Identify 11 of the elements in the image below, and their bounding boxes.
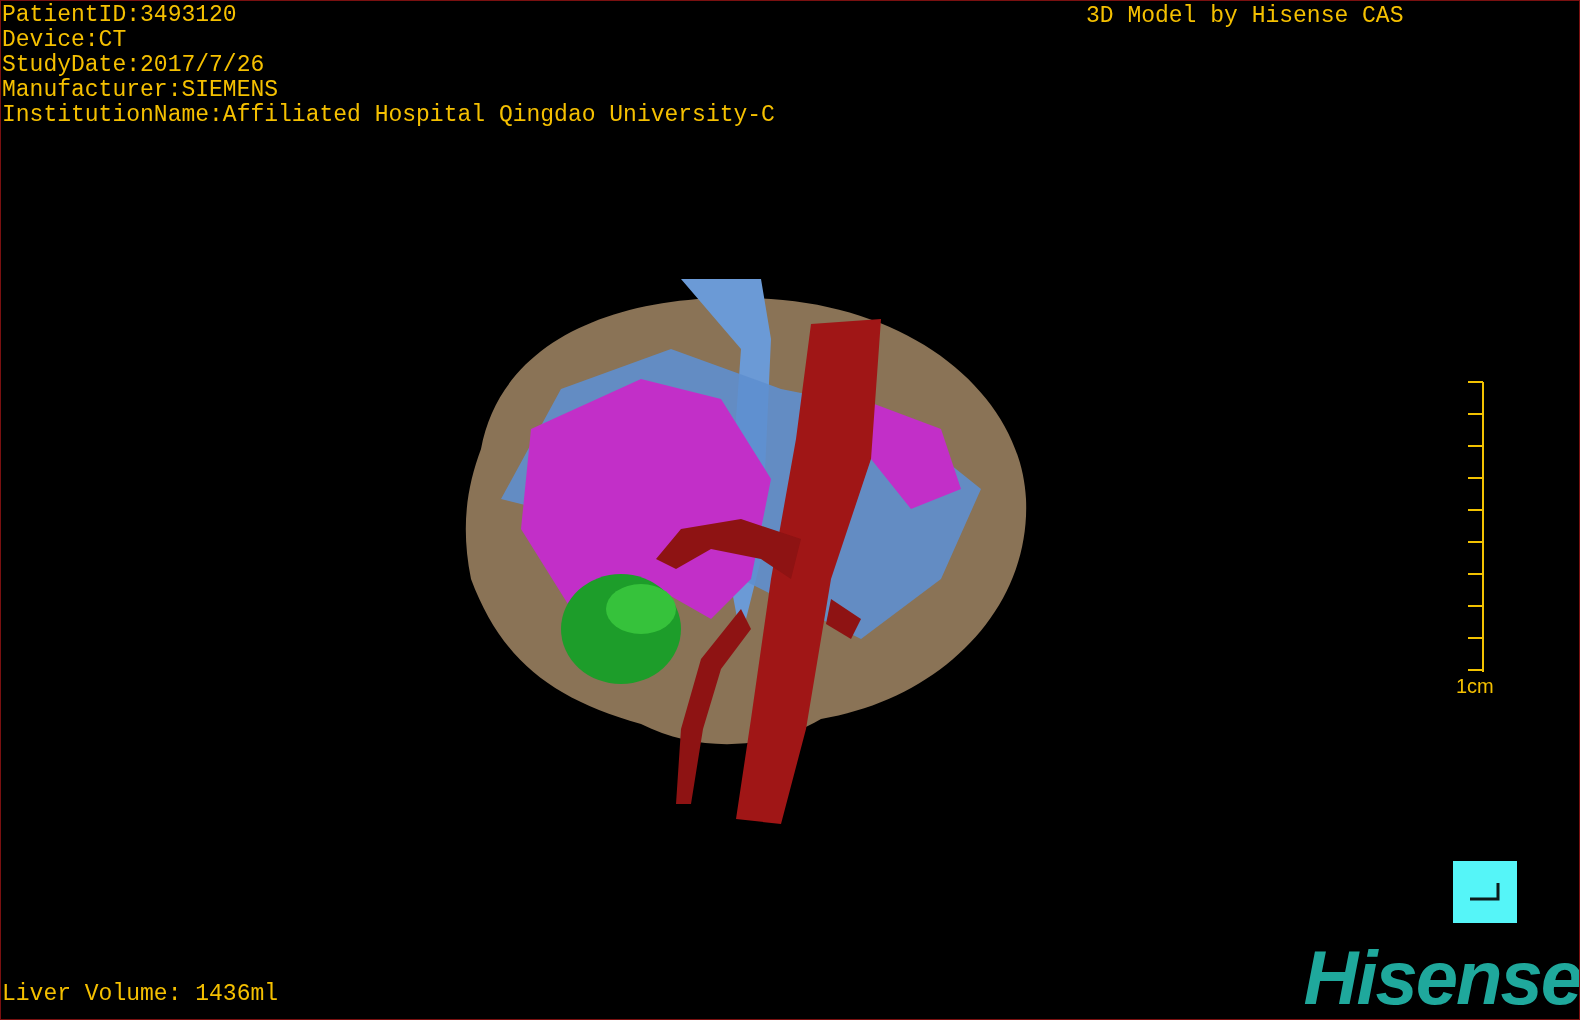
liver-volume: Liver Volume: 1436ml [2, 982, 279, 1007]
logo: Hisense [1303, 943, 1579, 1013]
viewer-title: 3D Model by Hisense CAS [1086, 4, 1404, 29]
corner-button[interactable] [1453, 861, 1517, 923]
info-text: StudyDate:2017/7/26 [2, 53, 266, 78]
info-text: Manufacturer:SIEMENS [2, 78, 280, 103]
info-text: PatientID:3493120 [2, 3, 238, 28]
info-text: Device:CT [2, 28, 128, 53]
info-text: InstitutionName:Affiliated Hospital Qingdao University-C [2, 103, 775, 128]
scale-label: 1cm [1456, 675, 1494, 697]
corner-icon [1468, 881, 1502, 903]
